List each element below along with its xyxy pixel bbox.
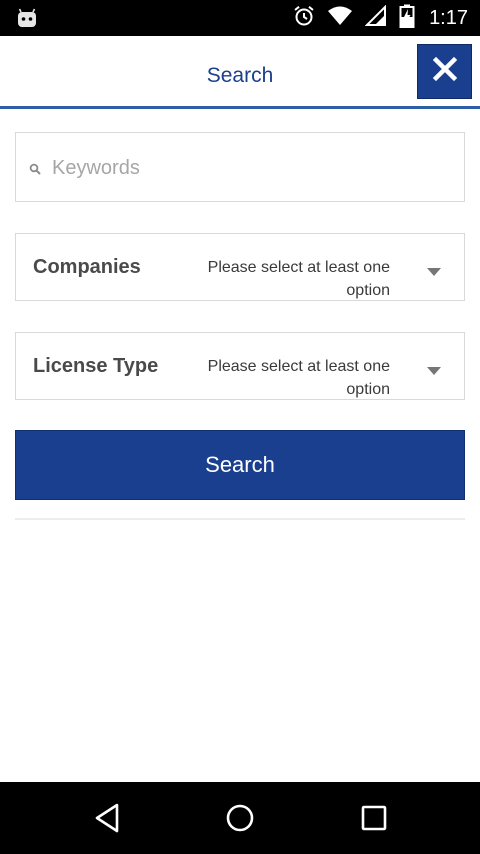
status-bar: 1:17 xyxy=(0,0,480,36)
companies-select[interactable]: Companies Please select at least one opt… xyxy=(15,233,465,301)
license-type-value: Please select at least one option xyxy=(207,358,390,398)
companies-value: Please select at least one option xyxy=(207,259,390,299)
home-icon[interactable] xyxy=(224,802,256,839)
page-title: Search xyxy=(206,64,274,87)
wifi-icon xyxy=(327,5,353,32)
clock-time: 1:17 xyxy=(429,6,468,29)
battery-charging-icon xyxy=(399,4,415,33)
back-icon[interactable] xyxy=(93,802,121,839)
search-icon xyxy=(29,162,41,180)
chevron-down-icon xyxy=(427,263,441,281)
recents-icon[interactable] xyxy=(360,802,388,839)
navigation-bar xyxy=(0,782,480,854)
keywords-field[interactable] xyxy=(15,132,465,202)
search-form: Companies Please select at least one opt… xyxy=(15,132,465,520)
license-type-select[interactable]: License Type Please select at least one … xyxy=(15,332,465,400)
close-icon xyxy=(432,56,458,87)
signal-icon xyxy=(364,4,387,32)
android-icon xyxy=(16,7,38,34)
close-button[interactable] xyxy=(417,44,472,99)
status-icons: 1:17 xyxy=(293,0,468,36)
search-button[interactable]: Search xyxy=(15,430,465,500)
license-type-label: License Type xyxy=(33,355,159,377)
alarm-icon xyxy=(293,5,315,32)
app-bar: Search xyxy=(0,36,480,109)
keywords-input[interactable] xyxy=(50,149,454,187)
chevron-down-icon xyxy=(427,362,441,380)
companies-label: Companies xyxy=(33,256,141,278)
